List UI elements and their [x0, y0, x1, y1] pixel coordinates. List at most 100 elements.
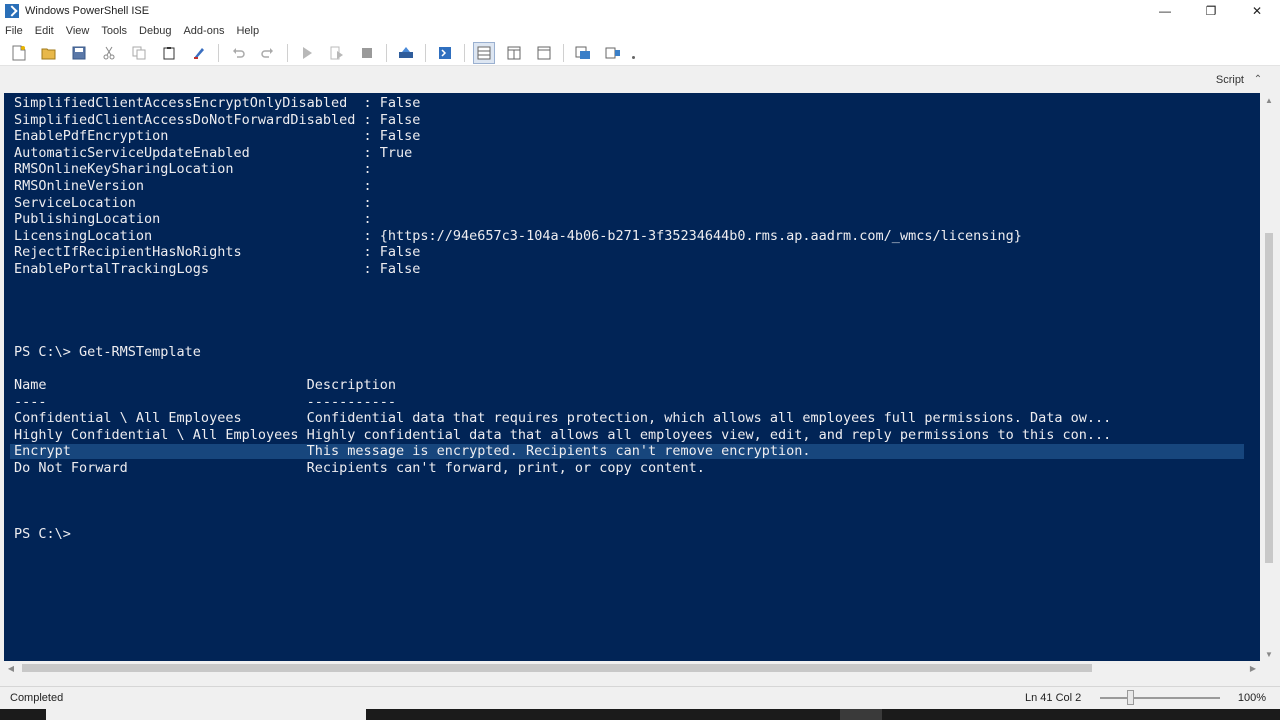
- zoom-slider-thumb[interactable]: [1127, 690, 1134, 705]
- vertical-scrollbar[interactable]: ▲ ▼: [1262, 93, 1276, 661]
- open-icon[interactable]: [38, 42, 60, 64]
- property-separator: :: [363, 128, 380, 145]
- cursor-position: Ln 41 Col 2: [1025, 692, 1082, 704]
- console-property-line: PublishingLocation :: [14, 211, 1111, 228]
- zoom-slider-track[interactable]: [1100, 697, 1220, 699]
- toolbar-separator: [425, 43, 426, 62]
- script-pane-toggle[interactable]: Script: [1216, 74, 1244, 86]
- show-command-window-icon[interactable]: [572, 42, 594, 64]
- undo-icon[interactable]: [227, 42, 249, 64]
- menu-debug[interactable]: Debug: [138, 25, 172, 37]
- template-description: Confidential data that requires protecti…: [306, 410, 1112, 427]
- console-output: SimplifiedClientAccessEncryptOnlyDisable…: [14, 95, 1111, 543]
- window-title: Windows PowerShell ISE: [25, 5, 150, 17]
- console-property-line: RMSOnlineKeySharingLocation :: [14, 161, 1111, 178]
- menu-edit[interactable]: Edit: [34, 25, 55, 37]
- scroll-left-icon[interactable]: ◀: [4, 661, 18, 675]
- property-name: SimplifiedClientAccessEncryptOnlyDisable…: [14, 95, 364, 111]
- scroll-right-icon[interactable]: ▶: [1246, 661, 1260, 675]
- console-property-line: EnablePortalTrackingLogs : False: [14, 261, 1111, 278]
- taskbar-item[interactable]: [840, 709, 882, 720]
- column-underline-name: ----: [14, 393, 307, 410]
- cut-icon[interactable]: [98, 42, 120, 64]
- paste-icon[interactable]: [158, 42, 180, 64]
- console-property-line: RMSOnlineVersion :: [14, 178, 1111, 195]
- remote-powershell-icon[interactable]: [395, 42, 417, 64]
- template-description: Highly confidential data that allows all…: [306, 426, 1112, 443]
- menu-file[interactable]: File: [4, 25, 24, 37]
- menu-view[interactable]: View: [65, 25, 91, 37]
- console-property-line: LicensingLocation : {https://94e657c3-10…: [14, 228, 1111, 245]
- property-separator: :: [363, 161, 380, 178]
- console-table-underline: ---- -----------: [14, 394, 1111, 411]
- console-command-line: PS C:\> Get-RMSTemplate: [14, 344, 1111, 361]
- powershell-icon[interactable]: [434, 42, 456, 64]
- close-button[interactable]: ✕: [1234, 0, 1280, 22]
- property-name: EnablePortalTrackingLogs: [14, 260, 364, 277]
- window-controls: — ❐ ✕: [1142, 0, 1280, 22]
- horizontal-scrollbar[interactable]: ◀ ▶: [4, 661, 1260, 675]
- status-bar: Completed Ln 41 Col 2 100%: [0, 686, 1280, 708]
- scroll-up-icon[interactable]: ▲: [1262, 93, 1276, 107]
- run-icon[interactable]: [296, 42, 318, 64]
- show-script-pane-max-icon[interactable]: [533, 42, 555, 64]
- new-icon[interactable]: [8, 42, 30, 64]
- property-separator: :: [363, 95, 380, 111]
- property-value: False: [379, 244, 421, 261]
- console-table-row: Confidential \ All Employees Confidentia…: [14, 410, 1111, 427]
- property-name: RMSOnlineKeySharingLocation: [14, 161, 364, 178]
- property-name: RejectIfRecipientHasNoRights: [14, 244, 364, 261]
- console-table-header: Name Description: [14, 377, 1111, 394]
- template-name: Do Not Forward: [14, 460, 307, 477]
- console-property-line: RejectIfRecipientHasNoRights : False: [14, 244, 1111, 261]
- property-separator: :: [363, 227, 380, 244]
- clear-console-icon[interactable]: [188, 42, 210, 64]
- column-header-name: Name: [14, 377, 307, 394]
- minimize-button[interactable]: —: [1142, 0, 1188, 22]
- template-name: Highly Confidential \ All Employees: [14, 426, 307, 443]
- menu-add-ons[interactable]: Add-ons: [182, 25, 225, 37]
- show-script-pane-right-icon[interactable]: [503, 42, 525, 64]
- template-name: Encrypt: [14, 443, 307, 460]
- redo-icon[interactable]: [257, 42, 279, 64]
- property-name: EnablePdfEncryption: [14, 128, 364, 145]
- console-pane[interactable]: SimplifiedClientAccessEncryptOnlyDisable…: [4, 93, 1260, 661]
- show-script-pane-top-icon[interactable]: [473, 41, 495, 64]
- property-value: False: [379, 111, 421, 128]
- vertical-scroll-thumb[interactable]: [1265, 233, 1273, 563]
- taskbar-active-app[interactable]: [46, 709, 366, 720]
- property-value: False: [379, 128, 421, 145]
- property-value: False: [379, 260, 421, 277]
- menu-tools[interactable]: Tools: [100, 25, 128, 37]
- chevron-up-icon[interactable]: ⌃: [1252, 73, 1264, 85]
- console-command: PS C:\> Get-RMSTemplate: [14, 343, 201, 360]
- console-table-row: Encrypt This message is encrypted. Recip…: [14, 443, 1111, 460]
- menu-help[interactable]: Help: [235, 25, 260, 37]
- copy-icon[interactable]: [128, 42, 150, 64]
- save-icon[interactable]: [68, 42, 90, 64]
- horizontal-scroll-thumb[interactable]: [22, 664, 1092, 672]
- console-property-line: SimplifiedClientAccessDoNotForwardDisabl…: [14, 112, 1111, 129]
- restore-button[interactable]: ❐: [1188, 0, 1234, 22]
- stop-icon[interactable]: [356, 42, 378, 64]
- property-name: PublishingLocation: [14, 211, 364, 228]
- show-command-addon-icon[interactable]: [602, 42, 624, 64]
- toolbar-separator: [287, 43, 288, 62]
- console-table-row: Highly Confidential \ All Employees High…: [14, 427, 1111, 444]
- property-name: SimplifiedClientAccessDoNotForwardDisabl…: [14, 111, 364, 128]
- toolbar: [0, 40, 1280, 66]
- run-selection-icon[interactable]: [326, 42, 348, 64]
- scroll-down-icon[interactable]: ▼: [1262, 647, 1276, 661]
- console-table-row: Do Not Forward Recipients can't forward,…: [14, 460, 1111, 477]
- column-underline-description: -----------: [306, 393, 397, 410]
- menu-bar: File Edit View Tools Debug Add-ons Help: [0, 22, 1280, 40]
- property-separator: :: [363, 144, 380, 161]
- property-name: RMSOnlineVersion: [14, 177, 364, 194]
